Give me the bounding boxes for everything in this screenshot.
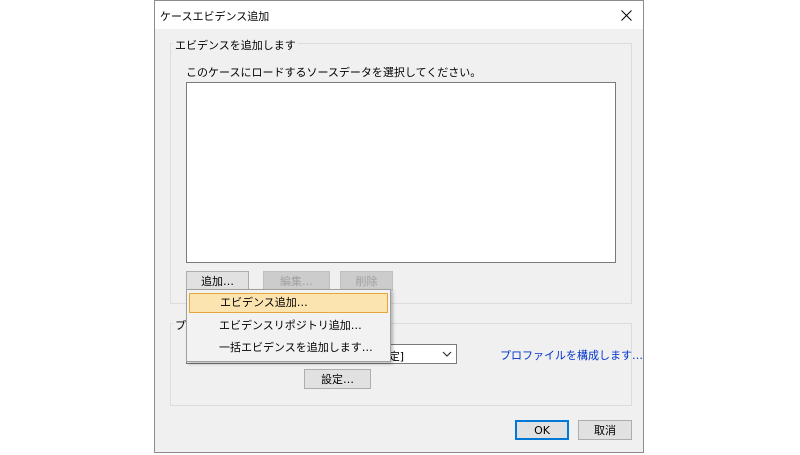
add-button[interactable]: 追加… bbox=[186, 271, 249, 291]
add-dropdown-menu: エビデンス追加… エビデンスリポジトリ追加… 一括エビデンスを追加します… bbox=[186, 289, 391, 362]
title-bar: ケースエビデンス追加 bbox=[155, 1, 643, 29]
ok-button[interactable]: OK bbox=[515, 420, 569, 440]
evidence-instruction: このケースにロードするソースデータを選択してください。 bbox=[186, 66, 482, 79]
menu-item-add-evidence[interactable]: エビデンス追加… bbox=[189, 293, 388, 313]
close-icon bbox=[620, 9, 632, 21]
settings-button[interactable]: 設定… bbox=[304, 369, 371, 389]
menu-item-bulk-add-evidence[interactable]: 一括エビデンスを追加します… bbox=[189, 338, 388, 358]
delete-button[interactable]: 削除 bbox=[340, 271, 393, 291]
add-case-evidence-dialog: ケースエビデンス追加 エビデンスを追加します このケースにロードするソースデータ… bbox=[154, 0, 644, 453]
menu-item-add-evidence-repository[interactable]: エビデンスリポジトリ追加… bbox=[189, 316, 388, 336]
cancel-button[interactable]: 取消 bbox=[578, 420, 632, 440]
close-button[interactable] bbox=[609, 1, 643, 29]
dialog-title: ケースエビデンス追加 bbox=[160, 10, 270, 23]
edit-button[interactable]: 編集… bbox=[263, 271, 330, 291]
evidence-listbox[interactable] bbox=[186, 82, 616, 263]
evidence-group-label: エビデンスを追加します bbox=[173, 37, 298, 53]
configure-profile-link[interactable]: プロファイルを構成します… bbox=[500, 347, 643, 363]
chevron-down-icon bbox=[442, 351, 452, 357]
